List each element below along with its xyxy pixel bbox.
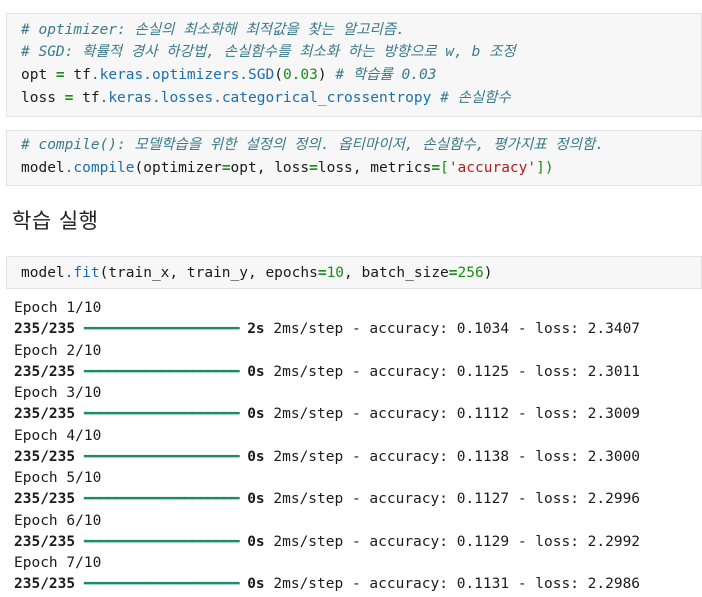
progress-bar: ━━━━━━━━━━━━━━━━━━━━ xyxy=(83,533,240,550)
step-count: 235/235 xyxy=(14,321,76,337)
epoch-metrics: 2ms/step - accuracy: 0.1125 - loss: 2.30… xyxy=(264,363,641,380)
epoch-label: Epoch 1/10 xyxy=(14,300,102,316)
epoch-progress-line: 235/235 ━━━━━━━━━━━━━━━━━━━━ 2s 2ms/step… xyxy=(14,319,640,340)
step-count: 235/235 xyxy=(14,363,76,380)
elapsed-time: 0s xyxy=(247,576,265,592)
elapsed-time: 2s xyxy=(247,321,265,337)
elapsed-time: 0s xyxy=(247,448,265,465)
code-comment: # compile(): 모델학습을 위한 설정의 정의. 옵티마이저, 손실함… xyxy=(21,137,605,153)
epoch-progress-line: 235/235 ━━━━━━━━━━━━━━━━━━━━ 0s 2ms/step… xyxy=(14,404,640,425)
progress-bar: ━━━━━━━━━━━━━━━━━━━━ xyxy=(83,448,240,465)
code-comment: # optimizer: 손실의 최소화해 최적값을 찾는 알고리즘. xyxy=(21,22,405,38)
code-cell-compile[interactable]: # compile(): 모델학습을 위한 설정의 정의. 옵티마이저, 손실함… xyxy=(6,130,702,186)
epoch-metrics: 2ms/step - accuracy: 0.1127 - loss: 2.29… xyxy=(264,491,641,507)
step-count: 235/235 xyxy=(14,576,76,592)
progress-bar: ━━━━━━━━━━━━━━━━━━━━ xyxy=(83,406,240,422)
step-count: 235/235 xyxy=(14,406,76,422)
elapsed-time: 0s xyxy=(247,533,265,550)
progress-bar: ━━━━━━━━━━━━━━━━━━━━ xyxy=(83,491,240,507)
epoch-label: Epoch 3/10 xyxy=(14,385,102,401)
elapsed-time: 0s xyxy=(247,363,265,380)
elapsed-time: 0s xyxy=(247,491,265,507)
code-cell-fit[interactable]: model.fit(train_x, train_y, epochs=10, b… xyxy=(6,256,702,289)
code-line: loss = tf.keras.losses.categorical_cross… xyxy=(21,90,511,106)
epoch-metrics: 2ms/step - accuracy: 0.1138 - loss: 2.30… xyxy=(264,448,641,465)
code-comment: # SGD: 확률적 경사 하강법, 손실함수를 최소화 하는 방향으로 w, … xyxy=(21,44,516,60)
epoch-progress-line: 235/235 ━━━━━━━━━━━━━━━━━━━━ 0s 2ms/step… xyxy=(14,532,640,553)
code-cell-optimizer[interactable]: # optimizer: 손실의 최소화해 최적값을 찾는 알고리즘. # SG… xyxy=(6,13,702,117)
code-line: opt = tf.keras.optimizers.SGD(0.03) # 학습… xyxy=(21,67,437,83)
epoch-label: Epoch 2/10 xyxy=(14,342,102,359)
code-line: model.fit(train_x, train_y, epochs=10, b… xyxy=(21,265,493,281)
elapsed-time: 0s xyxy=(247,406,265,422)
progress-bar: ━━━━━━━━━━━━━━━━━━━━ xyxy=(83,576,240,592)
progress-bar: ━━━━━━━━━━━━━━━━━━━━ xyxy=(83,321,240,337)
step-count: 235/235 xyxy=(14,533,76,550)
progress-bar: ━━━━━━━━━━━━━━━━━━━━ xyxy=(83,363,240,380)
epoch-metrics: 2ms/step - accuracy: 0.1034 - loss: 2.34… xyxy=(264,321,641,337)
epoch-progress-line: 235/235 ━━━━━━━━━━━━━━━━━━━━ 0s 2ms/step… xyxy=(14,447,640,468)
epoch-metrics: 2ms/step - accuracy: 0.1112 - loss: 2.30… xyxy=(264,406,641,422)
step-count: 235/235 xyxy=(14,448,76,465)
epoch-label: Epoch 4/10 xyxy=(14,427,102,444)
epoch-label: Epoch 5/10 xyxy=(14,470,102,486)
epoch-label: Epoch 7/10 xyxy=(14,555,102,571)
section-heading: 학습 실행 xyxy=(12,209,99,233)
epoch-label: Epoch 6/10 xyxy=(14,512,102,529)
epoch-metrics: 2ms/step - accuracy: 0.1131 - loss: 2.29… xyxy=(264,576,641,592)
code-line: model.compile(optimizer=opt, loss=loss, … xyxy=(21,160,554,176)
epoch-progress-line: 235/235 ━━━━━━━━━━━━━━━━━━━━ 0s 2ms/step… xyxy=(14,489,640,510)
step-count: 235/235 xyxy=(14,491,76,507)
epoch-progress-line: 235/235 ━━━━━━━━━━━━━━━━━━━━ 0s 2ms/step… xyxy=(14,574,640,595)
epoch-metrics: 2ms/step - accuracy: 0.1129 - loss: 2.29… xyxy=(264,533,641,550)
epoch-progress-line: 235/235 ━━━━━━━━━━━━━━━━━━━━ 0s 2ms/step… xyxy=(14,362,640,383)
